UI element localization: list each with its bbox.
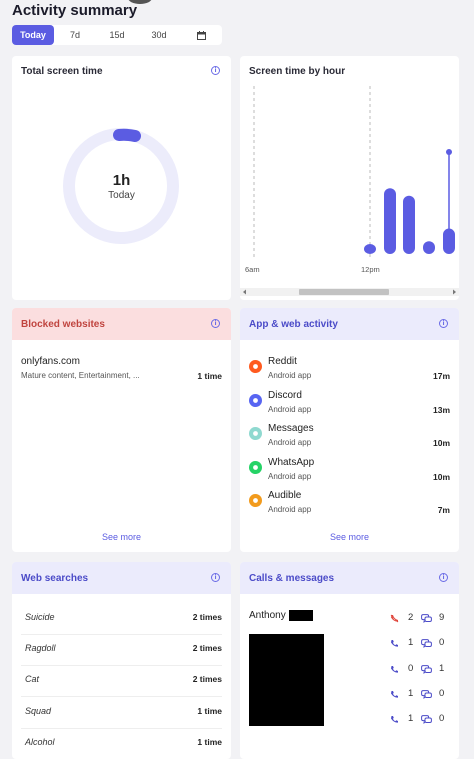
app-platform: Android app [268,505,312,514]
message-count: 0 [439,637,445,649]
hour-bar-1 [384,188,396,254]
total-screen-time-card: Total screen time i 1h Today [12,56,231,300]
info-icon[interactable]: i [211,573,220,582]
blocked-websites-header: Blocked websites i [12,308,231,340]
calls-messages-header: Calls & messages i [240,562,459,594]
contact-name: Anthony [249,610,286,621]
info-icon[interactable]: i [439,319,448,328]
screen-time-period: Today [108,190,135,201]
blocked-websites-title: Blocked websites [21,319,105,330]
calls-messages-title: Calls & messages [249,573,335,584]
app-activity-title: App & web activity [249,319,338,330]
blocked-websites-card: Blocked websites i onlyfans.com Mature c… [12,308,231,552]
app-platform: Android app [268,404,312,414]
x-label-12pm: 12pm [361,265,380,274]
tab-7d[interactable]: 7d [54,25,96,45]
phone-icon [391,640,398,647]
app-see-more-link[interactable]: See more [240,532,459,542]
message-count: 0 [439,687,445,699]
scrollbar-thumb [299,289,389,295]
message-icon [421,614,432,623]
app-duration: 7m [437,505,450,515]
app-duration: 10m [432,438,450,448]
call-count: 1 [408,687,414,699]
search-term: Ragdoll [25,643,56,654]
app-name: Messages [268,423,314,434]
app-platform: Android app [268,438,312,447]
call-count: 0 [408,662,414,674]
message-icon [421,689,432,699]
app-platform: Android app [268,471,312,481]
web-searches-title: Web searches [21,573,89,584]
messages-icon [249,427,262,440]
blocked-site-category: Mature content, Entertainment, ... [21,371,140,380]
app-platform: Android app [268,371,312,380]
search-term: Squad [25,705,52,716]
phone-icon [391,665,398,673]
page-title: Activity summary [12,2,138,19]
row-divider [21,665,222,667]
call-count: 1 [408,637,414,649]
app-name: Reddit [268,356,297,367]
search-count: 1 time [197,705,222,716]
message-icon [421,715,432,725]
search-term: Suicide [25,612,55,622]
web-searches-header: Web searches i [12,562,231,594]
search-term: Cat [25,674,40,685]
search-term: Alcohol [25,736,55,747]
calendar-icon [196,30,206,40]
calendar-button[interactable] [180,25,222,45]
app-name: Discord [268,389,302,401]
phone-icon [391,716,398,723]
hour-bar-cap-5 [446,149,452,155]
reddit-icon [249,360,262,373]
message-count: 9 [439,612,445,623]
x-label-6am: 6am [245,265,260,274]
call-count: 2 [408,612,414,623]
web-searches-card: Web searches i Suicide 2 times Ragdoll 2 ti… [12,562,231,759]
app-activity-header: App & web activity i [240,308,459,340]
search-count: 2 times [192,612,222,622]
info-icon[interactable]: i [439,573,448,582]
row-divider [21,696,222,698]
app-name: WhatsApp [268,456,315,468]
row-divider [21,634,222,635]
redacted-contact-photo [249,634,324,726]
message-count: 1 [439,662,445,674]
app-activity-card: App & web activity i Reddit Android app 17… [240,308,459,552]
date-range-tabs: Today 7d 15d 30d [12,25,222,45]
search-count: 2 times [192,674,222,685]
hour-bar-3 [423,241,435,254]
blocked-see-more-link[interactable]: See more [12,532,231,542]
row-divider [21,727,222,729]
search-count: 1 time [197,736,222,747]
calls-messages-card: Calls & messages i Anthony 2 9 1 0 0 1 1 0 1 0 [240,562,459,759]
redaction-bar [289,610,313,621]
app-duration: 13m [432,404,450,415]
missed-call-icon [390,614,399,623]
message-icon [421,639,432,649]
app-name: Audible [268,490,302,501]
app-duration: 17m [432,371,450,381]
blocked-site-name: onlyfans.com [21,356,80,367]
discord-icon [249,393,262,407]
hourly-chart: 6am 12pm [240,86,459,296]
whatsapp-icon [249,460,262,474]
screen-time-by-hour-card: Screen time by hour 6am 12pm [240,56,459,300]
message-count: 0 [439,713,445,725]
audible-icon [249,494,262,507]
hour-bar-2 [403,195,415,254]
screen-time-value: 1h [112,172,131,189]
tab-15d[interactable]: 15d [96,25,138,45]
search-count: 2 times [192,643,222,654]
info-icon[interactable]: i [211,319,220,328]
app-duration: 10m [432,471,450,482]
tab-30d[interactable]: 30d [138,25,180,45]
blocked-site-count: 1 time [197,371,222,381]
message-icon [421,664,432,674]
phone-icon [391,690,398,698]
tab-today[interactable]: Today [12,25,54,45]
call-count: 1 [408,713,414,725]
hour-bar-0 [364,244,376,254]
